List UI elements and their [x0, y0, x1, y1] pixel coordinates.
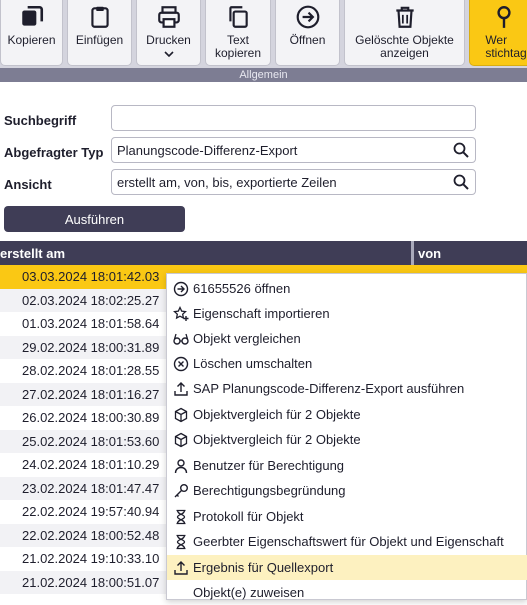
show-deleted-label: Gelöschte Objekte anzeigen — [355, 33, 454, 60]
menu-item-label: Löschen umschalten — [193, 356, 313, 371]
type-field[interactable]: Planungscode-Differenz-Export — [111, 137, 476, 163]
print-label: Drucken — [146, 33, 191, 47]
search-icon[interactable] — [453, 174, 469, 190]
reference-date-label: Wer stichtag — [485, 33, 527, 60]
upload-icon — [174, 381, 188, 396]
cell-created: 22.02.2024 19:57:40.94 — [22, 504, 160, 519]
menu-item-compare-two[interactable]: Objektvergleich für 2 Objekte — [167, 402, 527, 427]
toolbar: Kopieren Einfügen Drucken Text kopieren … — [0, 0, 527, 82]
menu-item-label: Eigenschaft importieren — [193, 306, 330, 321]
type-row: Abgefragter Typ Planungscode-Differenz-E… — [0, 137, 527, 163]
menu-item-label: Ergebnis für Quellexport — [193, 560, 334, 575]
cell-created: 28.02.2024 18:01:28.55 — [22, 363, 160, 378]
star-plus-icon — [173, 305, 189, 321]
cell-created: 22.02.2024 18:00:52.48 — [22, 527, 160, 543]
context-menu: 61655526 öffnen Eigenschaft importieren … — [166, 273, 527, 600]
copy-filled-icon — [21, 5, 43, 26]
arrow-circle-icon — [173, 281, 189, 296]
cell-created: 21.02.2024 19:10:33.10 — [22, 551, 160, 566]
search-icon[interactable] — [453, 142, 469, 158]
clipboard-icon — [90, 6, 109, 28]
view-row: Ansicht erstellt am, von, bis, exportier… — [0, 169, 527, 195]
type-label: Abgefragter Typ — [4, 145, 104, 160]
view-value: erstellt am, von, bis, exportierte Zeile… — [117, 175, 337, 190]
menu-item-protocol[interactable]: Protokoll für Objekt — [167, 504, 527, 529]
menu-item-source-export-result[interactable]: Ergebnis für Quellexport — [167, 555, 527, 580]
hourglass-icon — [176, 509, 186, 524]
cell-created: 02.03.2024 18:02:25.27 — [22, 292, 160, 308]
column-resize-handle[interactable] — [411, 241, 414, 265]
menu-item-label: Benutzer für Berechtigung — [193, 458, 345, 473]
menu-item-label: Protokoll für Objekt — [193, 509, 304, 524]
toolbar-group-label: Allgemein — [0, 68, 527, 82]
copy-text-button[interactable]: Text kopieren — [205, 0, 271, 66]
menu-item-label: Berechtigungsbegründung — [193, 483, 346, 498]
key-icon — [174, 483, 188, 497]
cell-created: 27.02.2024 18:01:16.27 — [22, 386, 160, 402]
print-button[interactable]: Drucken — [136, 0, 201, 66]
search-row: Suchbegriff — [0, 105, 527, 131]
show-deleted-button[interactable]: Gelöschte Objekte anzeigen — [344, 0, 465, 66]
cell-created: 03.03.2024 18:01:42.03 — [22, 269, 160, 284]
menu-item-user-permission[interactable]: Benutzer für Berechtigung — [167, 453, 527, 478]
chevron-down-icon[interactable] — [163, 51, 174, 57]
glasses-icon — [173, 333, 189, 345]
type-value: Planungscode-Differenz-Export — [117, 143, 298, 158]
cell-created: 25.02.2024 18:01:53.60 — [22, 433, 160, 449]
cell-created: 21.02.2024 18:00:51.07 — [22, 574, 160, 590]
cell-created: 29.02.2024 18:00:31.89 — [22, 339, 160, 355]
search-label: Suchbegriff — [4, 113, 77, 128]
paste-button[interactable]: Einfügen — [67, 0, 132, 66]
copy-outline-icon — [229, 6, 248, 28]
paste-label: Einfügen — [75, 33, 124, 47]
menu-item-label: Objektvergleich für 2 Objekte — [193, 407, 361, 422]
menu-item-label: Objekt vergleichen — [193, 331, 301, 346]
upload-icon — [174, 560, 188, 575]
menu-item-inherited-value[interactable]: Geerbter Eigenschaftswert für Objekt und… — [167, 529, 527, 554]
menu-item-compare-two-alt[interactable]: Objektvergleich für 2 Objekte — [167, 427, 527, 452]
menu-item-permission-reason[interactable]: Berechtigungsbegründung — [167, 478, 527, 503]
table-header: erstellt am von — [0, 241, 527, 265]
menu-item-open[interactable]: 61655526 öffnen — [167, 276, 527, 301]
view-label: Ansicht — [4, 177, 52, 192]
column-header-created[interactable]: erstellt am — [0, 246, 65, 261]
cell-created: 24.02.2024 18:01:10.29 — [22, 457, 160, 472]
menu-item-compare[interactable]: Objekt vergleichen — [167, 326, 527, 351]
search-input[interactable] — [111, 105, 476, 131]
open-button[interactable]: Öffnen — [275, 0, 340, 66]
menu-item-run-sap-export[interactable]: SAP Planungscode-Differenz-Export ausfüh… — [167, 376, 527, 401]
cube-icon — [174, 407, 188, 422]
pin-icon — [497, 6, 511, 28]
printer-icon — [157, 6, 180, 28]
hourglass-icon — [176, 534, 186, 549]
menu-item-label: Objekt(e) zuweisen — [193, 585, 305, 600]
copy-label: Kopieren — [7, 33, 56, 47]
x-circle-icon — [173, 356, 189, 371]
menu-item-import-property[interactable]: Eigenschaft importieren — [167, 301, 527, 326]
menu-item-label: Geerbter Eigenschaftswert für Objekt und… — [193, 534, 504, 549]
column-header-from[interactable]: von — [418, 246, 441, 261]
menu-item-label: Objektvergleich für 2 Objekte — [193, 432, 361, 447]
user-icon — [174, 458, 188, 473]
cell-created: 26.02.2024 18:00:30.89 — [22, 410, 160, 425]
menu-item-label: SAP Planungscode-Differenz-Export ausfüh… — [193, 381, 465, 396]
menu-item-toggle-delete[interactable]: Löschen umschalten — [167, 351, 527, 376]
reference-date-button[interactable]: Wer stichtag — [469, 0, 527, 66]
arrow-circle-icon — [296, 5, 319, 29]
menu-item-label: 61655526 öffnen — [193, 281, 291, 296]
menu-item-assign-objects[interactable]: Objekt(e) zuweisen — [167, 580, 527, 605]
run-button[interactable]: Ausführen — [4, 206, 185, 232]
cell-created: 23.02.2024 18:01:47.47 — [22, 480, 160, 496]
copy-text-label: Text kopieren — [214, 33, 262, 60]
cell-created: 01.03.2024 18:01:58.64 — [22, 316, 160, 331]
cube-icon — [174, 432, 188, 447]
trash-icon — [395, 6, 414, 28]
copy-button[interactable]: Kopieren — [0, 0, 63, 66]
open-label: Öffnen — [289, 33, 326, 47]
view-field[interactable]: erstellt am, von, bis, exportierte Zeile… — [111, 169, 476, 195]
